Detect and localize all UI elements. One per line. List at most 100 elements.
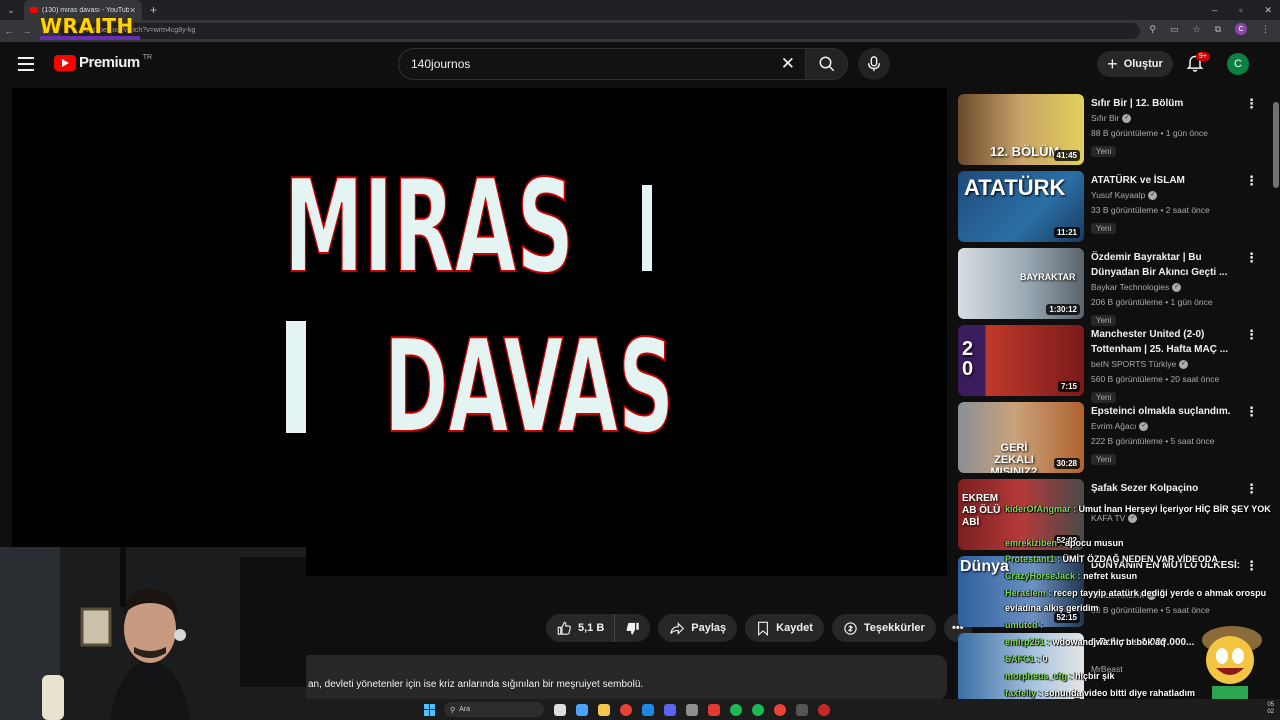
app-icon[interactable] (686, 703, 698, 716)
recommended-video[interactable]: 12. BÖLÜM 41:45 Sıfır Bir | 12. Bölüm Sı… (958, 94, 1266, 171)
channel-name[interactable]: Baykar Technologies ✓ (1091, 280, 1241, 295)
cast-icon[interactable]: ▭ (1170, 24, 1179, 35)
app-icon[interactable] (818, 703, 830, 716)
windows-start-icon[interactable] (424, 703, 436, 716)
dislike-button[interactable] (615, 614, 651, 642)
title-fragment-bar (642, 185, 652, 271)
video-title[interactable]: Manchester United (2-0) Tottenham | 25. … (1091, 327, 1241, 357)
recommended-video[interactable]: ATATÜRK 11:21 ATATÜRK ve İSLAM Yusuf Kay… (958, 171, 1266, 248)
verified-icon: ✓ (1139, 422, 1149, 432)
chat-message: emrekiziben : apocu musun (1005, 538, 1124, 548)
chat-message: emirp251 : wdowandjwa hiç bi bok aq (1005, 637, 1166, 647)
task-view-icon[interactable] (554, 703, 566, 716)
video-title[interactable]: Epsteinci olmakla suçlandım. (1091, 404, 1241, 419)
scrollbar-thumb[interactable] (1273, 102, 1279, 188)
browser-menu-icon[interactable]: ⋮ (1261, 24, 1270, 35)
taskbar-search[interactable]: ⚲ Ara (444, 702, 544, 717)
youtube-premium-logo[interactable]: Premium TR (54, 54, 152, 71)
like-button[interactable]: 5,1 B (546, 614, 616, 642)
save-button[interactable]: Kaydet (745, 614, 824, 642)
tab-title: (130) miras davası - YouTube (42, 6, 130, 14)
thanks-button[interactable]: Teşekkürler (831, 614, 936, 642)
spotify-icon[interactable] (752, 703, 764, 716)
file-explorer-icon[interactable] (598, 703, 610, 716)
bookmark-star-icon[interactable]: ☆ (1192, 24, 1200, 35)
search-input[interactable] (411, 49, 771, 79)
maximize-icon[interactable]: ▫ (1239, 5, 1242, 15)
address-bar-row: ← → ↻ youtube.com/watch?v=wrm4cg8y-kg ⚲ … (0, 20, 1280, 42)
video-stats: 88 B görüntüleme • 1 gün önce (1091, 128, 1208, 138)
video-actions: 5,1 B Paylaş Kaydet Teşekkürler ••• (546, 614, 972, 642)
chrome-icon[interactable] (620, 703, 632, 716)
video-meta: Sıfır Bir | 12. Bölüm Sıfır Bir ✓ 88 B gö… (1091, 96, 1241, 159)
video-options-icon[interactable]: ⋮ (1245, 558, 1258, 574)
video-player[interactable]: MIRAS DAVAS (12, 88, 947, 576)
channel-name[interactable]: beIN SPORTS Türkiye ✓ (1091, 357, 1241, 372)
video-title[interactable]: ATATÜRK ve İSLAM (1091, 173, 1241, 188)
video-thumbnail[interactable]: 12. BÖLÜM 41:45 (958, 94, 1084, 165)
chat-message: morpheus_cfg : hiçbir şik (1005, 671, 1115, 681)
url-field[interactable]: youtube.com/watch?v=wrm4cg8y-kg (60, 23, 1140, 39)
chrome-icon[interactable] (774, 703, 786, 716)
forward-icon[interactable]: → (18, 26, 36, 36)
video-title[interactable]: Şafak Sezer Kolpaçino (1091, 481, 1241, 496)
video-options-icon[interactable]: ⋮ (1245, 96, 1258, 112)
share-icon (670, 621, 685, 635)
video-options-icon[interactable]: ⋮ (1245, 173, 1258, 189)
recommended-video[interactable]: GERİ ZEKALI MISINIZ? 30:28 Epsteinci olm… (958, 402, 1266, 479)
video-thumbnail[interactable]: 2 0 7:15 (958, 325, 1084, 396)
app-icon[interactable] (708, 703, 720, 716)
thumbnail-text: Dünya (960, 558, 1009, 575)
video-stats: 33 B görüntüleme • 2 saat önce (1091, 205, 1210, 215)
system-clock[interactable]: 05 02 (1267, 702, 1274, 716)
discord-icon[interactable] (664, 703, 676, 716)
new-tab-button[interactable]: + (150, 3, 157, 17)
voice-search-button[interactable] (858, 48, 890, 80)
chat-message: evladına alkış geridim (1005, 603, 1099, 613)
browser-profile-avatar[interactable]: C (1235, 23, 1247, 35)
obs-icon[interactable] (796, 703, 808, 716)
zoom-icon[interactable]: ⚲ (1149, 24, 1156, 35)
recommended-video[interactable]: 2 0 7:15 Manchester United (2-0) Tottenh… (958, 325, 1266, 403)
logo-text: Premium (79, 54, 140, 71)
channel-name[interactable]: Yusuf Kayaalp ✓ (1091, 188, 1241, 203)
video-title[interactable]: Sıfır Bir | 12. Bölüm (1091, 96, 1241, 111)
back-icon[interactable]: ← (0, 26, 18, 36)
video-title[interactable]: Özdemir Bayraktar | Bu Dünyadan Bir Akın… (1091, 250, 1241, 280)
video-options-icon[interactable]: ⋮ (1245, 404, 1258, 420)
close-window-icon[interactable]: ✕ (1264, 5, 1272, 16)
clear-search-icon[interactable]: ✕ (781, 55, 795, 73)
video-thumbnail[interactable]: GERİ ZEKALI MISINIZ? 30:28 (958, 402, 1084, 473)
search-button[interactable] (806, 48, 848, 80)
new-badge: Yeni (1091, 223, 1117, 234)
video-thumbnail[interactable]: BAYRAKTAR 1:30:12 (958, 248, 1084, 319)
notification-badge: 9+ (1196, 52, 1210, 61)
new-badge: Yeni (1091, 146, 1117, 157)
create-button[interactable]: + Oluştur (1097, 51, 1173, 77)
extensions-icon[interactable]: ⧉ (1215, 24, 1221, 35)
share-button[interactable]: Paylaş (658, 614, 738, 642)
video-duration: 30:28 (1053, 458, 1080, 469)
create-label: Oluştur (1123, 58, 1163, 70)
stream-brand-logo: WRAITH (40, 14, 134, 38)
app-icon[interactable] (642, 703, 654, 716)
video-options-icon[interactable]: ⋮ (1245, 250, 1258, 266)
video-options-icon[interactable]: ⋮ (1245, 481, 1258, 497)
channel-name[interactable]: Evrim Ağacı ✓ (1091, 419, 1241, 434)
video-thumbnail[interactable]: ATATÜRK 11:21 (958, 171, 1084, 242)
video-options-icon[interactable]: ⋮ (1245, 327, 1258, 343)
youtube-favicon-icon (30, 7, 38, 13)
title-line-1: MIRAS (284, 153, 574, 302)
share-label: Paylaş (691, 622, 727, 634)
menu-icon[interactable] (18, 57, 34, 71)
recommended-video[interactable]: BAYRAKTAR 1:30:12 Özdemir Bayraktar | Bu… (958, 248, 1266, 326)
tab-list-icon[interactable]: ⌄ (2, 1, 20, 19)
video-description[interactable]: an, devleti yönetenler için ise kriz anl… (300, 655, 947, 700)
minimize-icon[interactable]: – (1212, 5, 1217, 15)
spotify-icon[interactable] (730, 703, 742, 716)
page-scrollbar[interactable] (1272, 42, 1280, 702)
channel-name[interactable]: Sıfır Bir ✓ (1091, 111, 1241, 126)
user-avatar[interactable]: C (1227, 53, 1249, 75)
title-fragment-bar-2 (286, 321, 306, 433)
edge-icon[interactable] (576, 703, 588, 716)
